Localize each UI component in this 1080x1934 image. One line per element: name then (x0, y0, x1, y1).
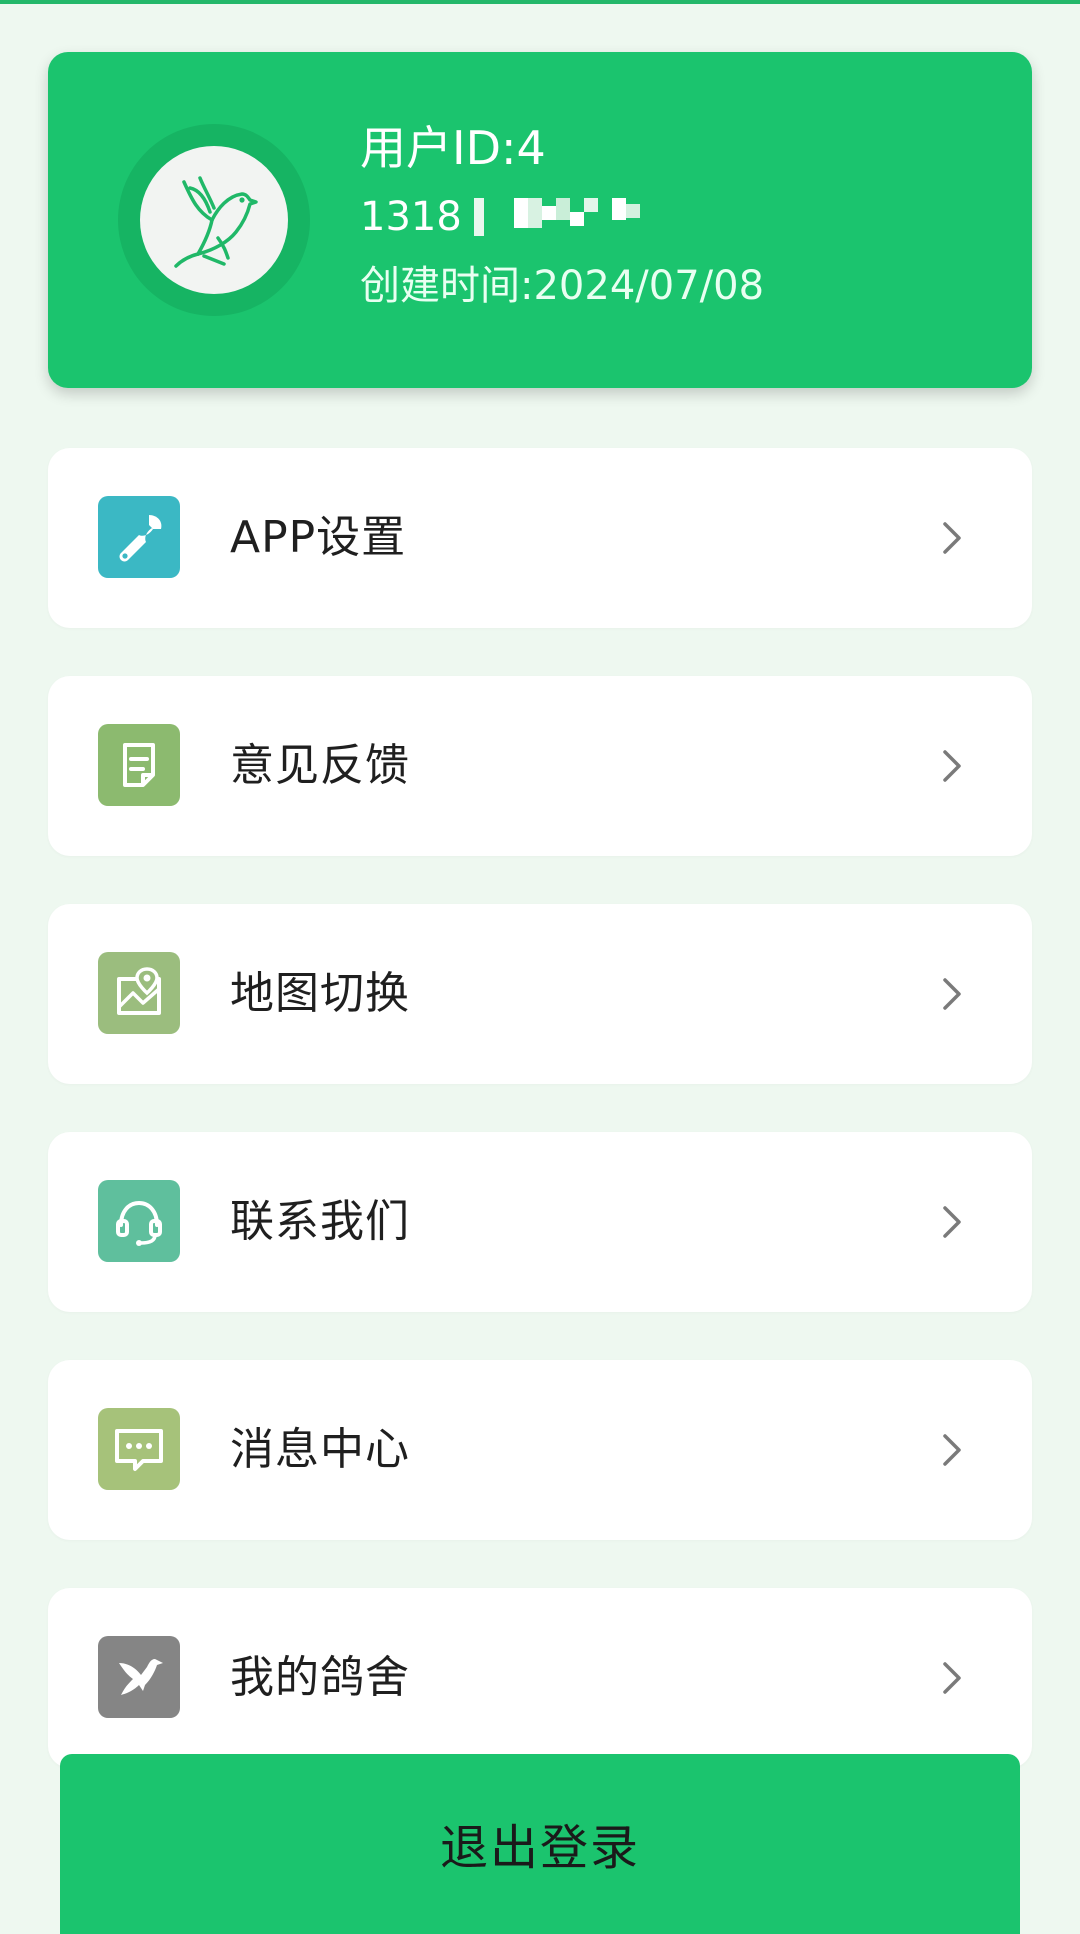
menu-item-contact-us[interactable]: 联系我们 (48, 1132, 1032, 1312)
avatar-ring (118, 124, 310, 316)
feedback-note-icon (98, 724, 180, 806)
chevron-right-icon (943, 1662, 961, 1694)
menu-item-label: 联系我们 (230, 1196, 410, 1247)
menu-item-map-switch[interactable]: 地图切换 (48, 904, 1032, 1084)
top-accent-line (0, 0, 1080, 4)
menu-item-app-settings[interactable]: APP设置 (48, 448, 1032, 628)
phone-mask (466, 198, 640, 236)
wrench-icon (98, 496, 180, 578)
chevron-right-icon (943, 750, 961, 782)
phone-row: 1318 (360, 188, 764, 246)
bird-logo-icon (174, 176, 258, 268)
phone-number: 1318 (360, 194, 462, 240)
pigeon-icon (98, 1636, 180, 1718)
menu-item-feedback[interactable]: 意见反馈 (48, 676, 1032, 856)
menu-item-label: 地图切换 (230, 968, 410, 1019)
menu-item-label: 消息中心 (230, 1424, 410, 1475)
headset-icon (98, 1180, 180, 1262)
menu-item-label: 意见反馈 (230, 740, 410, 791)
created-date-text: 创建时间:2024/07/08 (360, 263, 765, 309)
menu-item-message-center[interactable]: 消息中心 (48, 1360, 1032, 1540)
chevron-right-icon (943, 522, 961, 554)
menu-item-my-loft[interactable]: 我的鸽舍 (48, 1588, 1032, 1768)
menu-item-label: APP设置 (230, 512, 407, 563)
chevron-right-icon (943, 1434, 961, 1466)
logout-button[interactable]: 退出登录 (60, 1754, 1020, 1934)
logout-label: 退出登录 (439, 1820, 640, 1876)
message-icon (98, 1408, 180, 1490)
map-pin-icon (98, 952, 180, 1034)
chevron-right-icon (943, 978, 961, 1010)
profile-card: 用户ID:4 1318 创建时间:2024/07/08 (48, 52, 1032, 388)
profile-info: 用户ID:4 1318 创建时间:2024/07/08 (360, 120, 764, 314)
user-id-text: 用户ID:4 (360, 121, 546, 175)
avatar[interactable] (140, 146, 288, 294)
chevron-right-icon (943, 1206, 961, 1238)
menu-item-label: 我的鸽舍 (230, 1652, 410, 1703)
